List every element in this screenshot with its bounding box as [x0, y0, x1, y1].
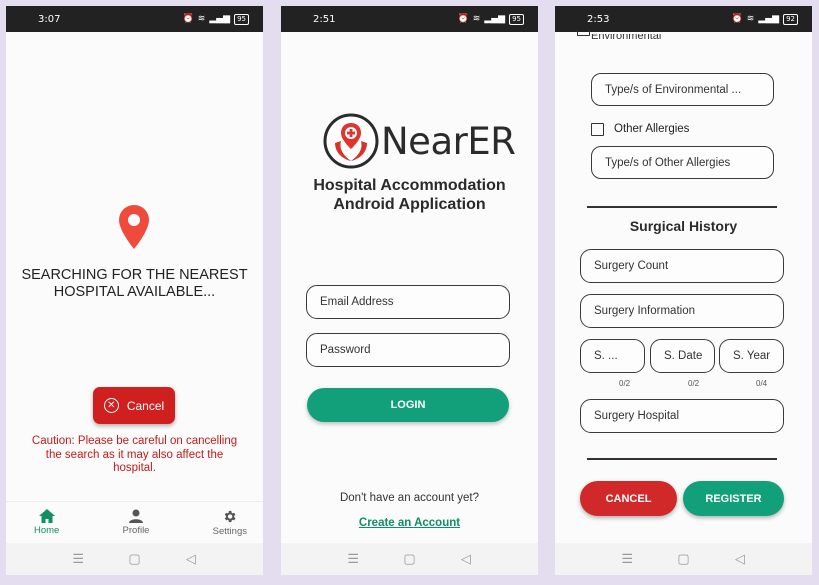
- menu-nav-icon[interactable]: ☰: [343, 551, 363, 567]
- surgery-info-input[interactable]: Surgery Information: [580, 294, 784, 328]
- surgery-hospital-placeholder: Surgery Hospital: [594, 410, 680, 422]
- surgery-short-placeholder: S. ...: [594, 350, 618, 362]
- surgical-history-title: Surgical History: [629, 218, 738, 234]
- status-time: 2:51: [313, 13, 336, 25]
- menu-nav-icon[interactable]: ☰: [617, 551, 637, 567]
- surgery-year-placeholder: S. Year: [733, 350, 771, 362]
- tab-home-label: Home: [34, 525, 60, 536]
- cancel-search-button[interactable]: ✕ Cancel: [93, 387, 175, 424]
- back-nav-icon[interactable]: ◁: [456, 551, 476, 567]
- surgery-date-input[interactable]: S. Date: [650, 339, 715, 373]
- environmental-checkbox[interactable]: [577, 30, 590, 36]
- caution-message: Caution: Please be careful on cancelling…: [31, 435, 238, 474]
- status-icons: ⏰ ≋ ▂▄▆ 95: [457, 13, 524, 25]
- surgery-count-placeholder: Surgery Count: [594, 260, 669, 272]
- cancel-button[interactable]: CANCEL: [580, 481, 677, 516]
- app-subtitle-line1: Hospital Accommodation: [313, 177, 506, 194]
- status-icons: ⏰ ≋ ▂▄▆ 95: [182, 13, 249, 25]
- signal-icon: ▂▄▆: [484, 14, 506, 24]
- surgery-count-input[interactable]: Surgery Count: [580, 249, 784, 283]
- status-bar: 2:51 ⏰ ≋ ▂▄▆ 95: [281, 6, 538, 32]
- environmental-input[interactable]: Type/s of Environmental ...: [591, 73, 774, 106]
- nearer-logo-icon: [323, 113, 379, 169]
- char-counter: 0/2: [619, 379, 631, 388]
- no-account-text: Don't have an account yet?: [339, 492, 479, 504]
- battery-icon: 95: [234, 13, 249, 25]
- battery-icon: 95: [509, 13, 524, 25]
- wifi-icon: ≋: [197, 14, 206, 24]
- other-allergies-label: Other Allergies: [614, 123, 690, 135]
- status-bar: 3:07 ⏰ ≋ ▂▄▆ 95: [6, 6, 263, 32]
- home-nav-icon[interactable]: ▢: [124, 551, 144, 567]
- tab-settings-label: Settings: [212, 526, 247, 537]
- environmental-label: Environmental: [591, 34, 662, 42]
- login-button[interactable]: LOGIN: [307, 388, 509, 422]
- home-nav-icon[interactable]: ▢: [399, 551, 419, 567]
- tab-home[interactable]: Home: [34, 502, 59, 543]
- surgery-hospital-input[interactable]: Surgery Hospital: [580, 399, 784, 433]
- password-placeholder: Password: [320, 344, 371, 356]
- surgery-short-input[interactable]: S. ...: [580, 339, 645, 373]
- status-icons: ⏰ ≋ ▂▄▆ 92: [731, 13, 798, 25]
- system-nav-bar: ☰ ▢ ◁: [555, 543, 812, 575]
- status-bar: 2:53 ⏰ ≋ ▂▄▆ 92: [555, 6, 812, 32]
- signal-icon: ▂▄▆: [758, 14, 780, 24]
- alarm-icon: ⏰: [457, 14, 469, 24]
- location-pin-icon: [119, 205, 149, 249]
- back-nav-icon[interactable]: ◁: [181, 551, 201, 567]
- registration-screen: 2:53 ⏰ ≋ ▂▄▆ 92 Environmental Type/s of …: [555, 6, 812, 575]
- email-placeholder: Email Address: [320, 296, 394, 308]
- environmental-placeholder: Type/s of Environmental ...: [605, 83, 742, 96]
- surgery-date-placeholder: S. Date: [664, 350, 703, 362]
- other-allergies-placeholder: Type/s of Other Allergies: [605, 156, 731, 169]
- battery-icon: 92: [783, 13, 798, 25]
- surgery-year-input[interactable]: S. Year: [719, 339, 784, 373]
- section-divider: [587, 458, 777, 460]
- other-allergies-checkbox[interactable]: [591, 123, 604, 136]
- bottom-navigation: Home Profile Settings: [6, 501, 263, 543]
- cancel-label: Cancel: [126, 398, 165, 413]
- app-subtitle: Hospital Accommodation Android Applicati…: [281, 176, 538, 214]
- signal-icon: ▂▄▆: [209, 14, 231, 24]
- back-nav-icon[interactable]: ◁: [730, 551, 750, 567]
- section-divider: [587, 206, 777, 208]
- home-icon: [38, 509, 55, 523]
- char-counter: 0/2: [688, 379, 700, 388]
- person-icon: [129, 509, 143, 523]
- login-screen: 2:51 ⏰ ≋ ▂▄▆ 95 NearER Hospital Accommod…: [281, 6, 538, 575]
- menu-nav-icon[interactable]: ☰: [68, 551, 88, 567]
- email-field[interactable]: Email Address: [306, 285, 510, 319]
- alarm-icon: ⏰: [182, 14, 194, 24]
- status-time: 2:53: [587, 13, 610, 25]
- other-allergies-input[interactable]: Type/s of Other Allergies: [591, 146, 774, 179]
- tab-profile-label: Profile: [122, 525, 150, 536]
- tab-settings[interactable]: Settings: [213, 502, 247, 543]
- gear-icon: [225, 510, 236, 523]
- logo-text: NearER: [381, 119, 516, 163]
- password-field[interactable]: Password: [306, 333, 510, 367]
- register-button[interactable]: REGISTER: [683, 481, 784, 516]
- system-nav-bar: ☰ ▢ ◁: [6, 543, 263, 575]
- alarm-icon: ⏰: [731, 14, 743, 24]
- wifi-icon: ≋: [472, 14, 481, 24]
- app-logo: NearER: [323, 113, 516, 169]
- searching-message: SEARCHING FOR THE NEAREST HOSPITAL AVAIL…: [21, 267, 248, 300]
- surgery-info-placeholder: Surgery Information: [594, 305, 695, 317]
- system-nav-bar: ☰ ▢ ◁: [281, 543, 538, 575]
- app-subtitle-line2: Android Application: [333, 196, 486, 213]
- char-counter: 0/4: [756, 379, 768, 388]
- wifi-icon: ≋: [746, 14, 755, 24]
- search-screen: 3:07 ⏰ ≋ ▂▄▆ 95 SEARCHING FOR THE NEARES…: [6, 6, 263, 575]
- create-account-link[interactable]: Create an Account: [281, 517, 538, 529]
- status-time: 3:07: [38, 13, 61, 25]
- home-nav-icon[interactable]: ▢: [673, 551, 693, 567]
- close-circle-icon: ✕: [103, 398, 119, 413]
- tab-profile[interactable]: Profile: [122, 502, 150, 543]
